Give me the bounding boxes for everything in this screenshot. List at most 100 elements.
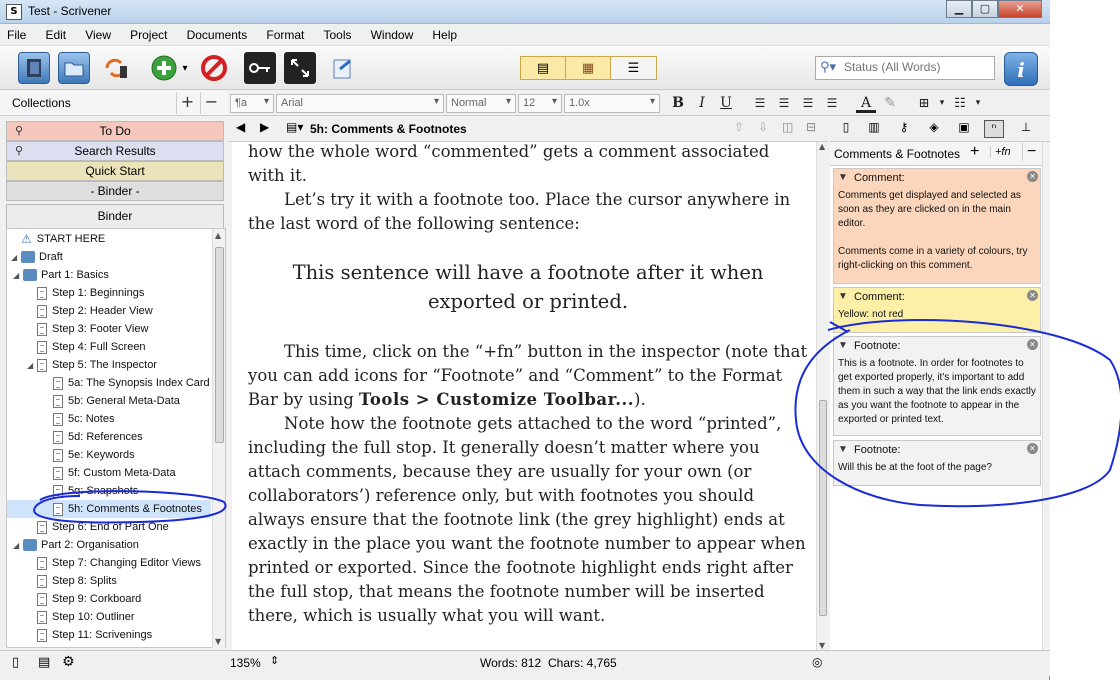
- binder-item[interactable]: ◢ Draft: [7, 248, 211, 266]
- style-select[interactable]: ¶a: [230, 94, 274, 113]
- binder-item[interactable]: Step 9: Corkboard: [7, 590, 211, 608]
- font-select[interactable]: Arial: [276, 94, 444, 113]
- binder-item[interactable]: Step 8: Splits: [7, 572, 211, 590]
- footnote-card[interactable]: Footnote: ✕ This is a footnote. In order…: [833, 336, 1041, 436]
- metadata-icon[interactable]: ◈: [924, 120, 944, 138]
- list-icon[interactable]: ☷: [950, 94, 970, 113]
- binder-item[interactable]: Step 3: Footer View: [7, 320, 211, 338]
- add-dropdown-icon[interactable]: ▾: [178, 52, 192, 84]
- binder-item[interactable]: Step 2: Header View: [7, 302, 211, 320]
- collection-tab-todo[interactable]: ⚲ To Do: [6, 121, 224, 141]
- zoom-level[interactable]: 135%: [230, 656, 261, 670]
- binder-item[interactable]: Step 1: Beginnings: [7, 284, 211, 302]
- menu-project[interactable]: Project: [123, 24, 174, 42]
- font-size-select[interactable]: 12: [518, 94, 562, 113]
- binder-item[interactable]: 5f: Custom Meta-Data: [7, 464, 211, 482]
- binder-item[interactable]: 5c: Notes: [7, 410, 211, 428]
- nav-back-icon[interactable]: ◀: [236, 120, 245, 134]
- add-collection-button[interactable]: +: [176, 92, 198, 114]
- binder-item[interactable]: Step 12: Project Search: [7, 644, 211, 647]
- binder-item[interactable]: 5b: General Meta-Data: [7, 392, 211, 410]
- close-icon[interactable]: ✕: [1027, 339, 1038, 350]
- inspector-scrollbar[interactable]: [1042, 142, 1050, 650]
- expand-triangle-icon[interactable]: ◢: [27, 361, 37, 370]
- remove-note-button[interactable]: −: [1022, 143, 1036, 161]
- new-doc-icon[interactable]: ▯: [12, 655, 19, 670]
- add-document-icon[interactable]: [148, 52, 180, 84]
- nav-forward-icon[interactable]: ▶: [260, 120, 269, 134]
- menu-documents[interactable]: Documents: [180, 24, 255, 42]
- binder-item[interactable]: Step 10: Outliner: [7, 608, 211, 626]
- keywords-icon[interactable]: [244, 52, 276, 84]
- text-color-icon[interactable]: A: [856, 94, 876, 113]
- comment-card-header[interactable]: Comment:: [834, 169, 1040, 187]
- close-icon[interactable]: ✕: [1027, 290, 1038, 301]
- italic-button[interactable]: I: [692, 94, 712, 113]
- menu-tools[interactable]: Tools: [316, 24, 358, 42]
- menu-file[interactable]: File: [0, 24, 33, 42]
- references-icon[interactable]: ▥: [864, 120, 884, 138]
- maximize-icon[interactable]: ▢: [972, 0, 998, 18]
- expand-triangle-icon[interactable]: ◢: [13, 541, 23, 550]
- binder-item[interactable]: Step 6: End of Part One: [7, 518, 211, 536]
- binder-item[interactable]: ⚠ START HERE: [7, 230, 211, 248]
- scroll-down-icon[interactable]: ▼: [819, 641, 825, 650]
- list-dropdown-icon[interactable]: ▾: [968, 94, 988, 113]
- comment-card-body[interactable]: Comments get displayed and selected as s…: [834, 187, 1040, 277]
- add-footnote-button[interactable]: +fn: [990, 146, 1011, 158]
- highlight-icon[interactable]: ✎: [880, 94, 900, 113]
- compile-icon[interactable]: [328, 52, 360, 84]
- close-icon[interactable]: ✕: [1027, 443, 1038, 454]
- align-left-icon[interactable]: ☰: [750, 94, 770, 113]
- binder-item[interactable]: Step 7: Changing Editor Views: [7, 554, 211, 572]
- underline-button[interactable]: U: [716, 94, 736, 113]
- keywords-icon[interactable]: ⚷: [894, 120, 914, 138]
- collections-toggle-icon[interactable]: [58, 52, 90, 84]
- close-icon[interactable]: ✕: [1027, 171, 1038, 182]
- binder-item[interactable]: ◢ Part 2: Organisation: [7, 536, 211, 554]
- remove-collection-button[interactable]: −: [200, 92, 222, 114]
- move-up-icon[interactable]: ⇧: [734, 120, 744, 134]
- footnote-card-body[interactable]: Will this be at the foot of the page?: [834, 459, 1040, 479]
- binder-item[interactable]: 5g: Snapshots: [7, 482, 211, 500]
- binder-item[interactable]: 5d: References: [7, 428, 211, 446]
- footnote-card-header[interactable]: Footnote:: [834, 441, 1040, 459]
- menu-view[interactable]: View: [78, 24, 118, 42]
- menu-help[interactable]: Help: [425, 24, 464, 42]
- document-icon[interactable]: ▤▾: [286, 120, 303, 134]
- composition-mode-icon[interactable]: [284, 52, 316, 84]
- gear-icon[interactable]: ⚙: [62, 654, 75, 670]
- binder-scrollbar[interactable]: ▲ ▼: [212, 229, 225, 648]
- menu-format[interactable]: Format: [259, 24, 311, 42]
- editor-scroll-thumb[interactable]: [819, 400, 827, 616]
- binder-scroll-thumb[interactable]: [215, 247, 224, 443]
- binder-toggle-icon[interactable]: [18, 52, 50, 84]
- table-dropdown-icon[interactable]: ▾: [932, 94, 952, 113]
- align-right-icon[interactable]: ☰: [822, 94, 842, 113]
- footnote-card-body[interactable]: This is a footnote. In order for footnot…: [834, 355, 1040, 431]
- new-folder-icon[interactable]: ▤: [38, 655, 50, 670]
- inspector-toggle-icon[interactable]: i: [1004, 52, 1038, 86]
- minimize-icon[interactable]: ▁: [946, 0, 972, 18]
- split-vertical-icon[interactable]: ◫: [782, 120, 793, 134]
- footnote-card-header[interactable]: Footnote:: [834, 337, 1040, 355]
- align-justify-icon[interactable]: ☰: [798, 94, 818, 113]
- scroll-up-icon[interactable]: ▲: [215, 231, 221, 240]
- outliner-view-icon[interactable]: ☰: [611, 57, 656, 79]
- expand-triangle-icon[interactable]: ◢: [11, 253, 21, 262]
- binder-item[interactable]: 5a: The Synopsis Index Card: [7, 374, 211, 392]
- scroll-down-icon[interactable]: ▼: [215, 637, 221, 646]
- target-icon[interactable]: ◎: [812, 655, 822, 669]
- collection-tab-search-results[interactable]: ⚲ Search Results: [6, 141, 224, 161]
- sync-icon[interactable]: [100, 52, 132, 84]
- menu-window[interactable]: Window: [364, 24, 421, 42]
- scroll-up-icon[interactable]: ▲: [819, 142, 825, 151]
- binder-item[interactable]: 5h: Comments & Footnotes: [7, 500, 211, 518]
- split-horizontal-icon[interactable]: ⊟: [806, 120, 816, 134]
- editor-text-area[interactable]: how the whole word “commented” gets a co…: [232, 142, 816, 650]
- binder-item[interactable]: ◢ Part 1: Basics: [7, 266, 211, 284]
- comment-card-header[interactable]: Comment:: [834, 288, 1040, 306]
- footnote-card[interactable]: Footnote: ✕ Will this be at the foot of …: [833, 440, 1041, 486]
- bold-button[interactable]: B: [668, 94, 688, 113]
- collection-tab-binder[interactable]: - Binder -: [6, 181, 224, 201]
